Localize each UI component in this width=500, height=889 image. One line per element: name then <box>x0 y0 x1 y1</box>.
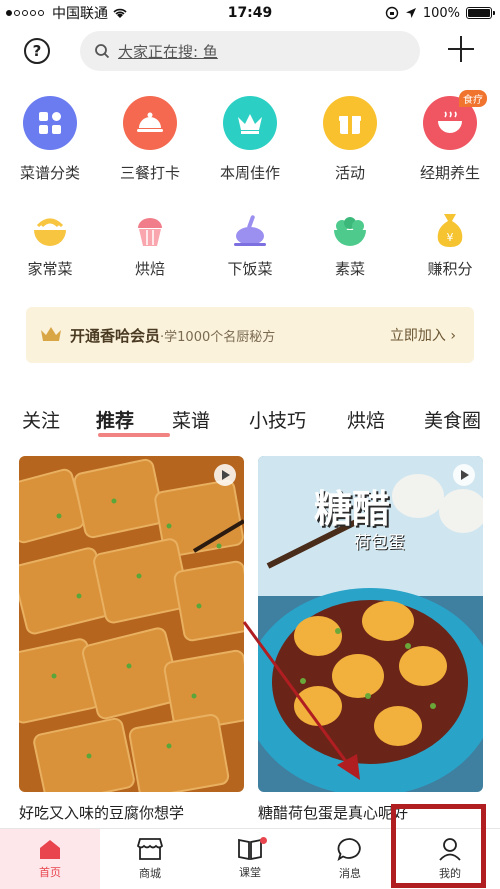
vip-banner-desc: ·学1000个名厨秘方 <box>160 329 276 345</box>
add-icon[interactable] <box>446 34 476 64</box>
category-rice-dishes[interactable]: 下饭菜 <box>200 210 300 279</box>
category-meal-checkin[interactable]: 三餐打卡 <box>100 96 200 183</box>
tab-recipes[interactable]: 菜谱 <box>172 406 249 433</box>
status-bar: 中国联通 17:49 100% <box>0 0 500 26</box>
category-label: 烘焙 <box>134 260 165 278</box>
noodle-bowl-icon <box>32 210 68 248</box>
feed-card-title: 好吃又入味的豆腐你想学 <box>19 804 185 822</box>
category-recipe-types[interactable]: 菜谱分类 <box>0 96 100 183</box>
category-label: 三餐打卡 <box>119 164 180 182</box>
search-icon <box>95 44 110 59</box>
tab-label: 首页 <box>39 866 61 879</box>
dish-cover-icon <box>123 96 177 150</box>
category-home-cooking[interactable]: 家常菜 <box>0 210 100 279</box>
tab-shop[interactable]: 商城 <box>100 829 200 889</box>
tofu-dish-image <box>19 456 244 792</box>
cupcake-icon <box>135 210 165 248</box>
annotation-highlight-box <box>391 804 486 888</box>
category-label: 菜谱分类 <box>19 164 80 182</box>
feed: 好吃又入味的豆腐你想学 糖醋 荷包蛋 糖醋荷包蛋是真心呢好 <box>0 456 500 828</box>
category-label: 本周佳作 <box>219 164 280 182</box>
search-placeholder: 大家正在搜: 鱼 <box>118 42 218 61</box>
tab-class[interactable]: 课堂 <box>200 829 300 889</box>
search-bar[interactable]: 大家正在搜: 鱼 <box>80 31 420 71</box>
category-period-health[interactable]: 食疗 经期养生 <box>400 90 500 183</box>
chat-bubble-icon <box>337 838 361 861</box>
help-icon[interactable]: ? <box>24 38 50 64</box>
tab-label: 课堂 <box>239 866 261 879</box>
tab-baking[interactable]: 烘焙 <box>347 406 424 433</box>
category-baking[interactable]: 烘焙 <box>100 210 200 279</box>
category-label: 下饭菜 <box>227 260 273 278</box>
tab-food-circle[interactable]: 美食圈 <box>424 406 494 433</box>
category-label: 家常菜 <box>27 260 73 278</box>
category-label: 经期养生 <box>419 164 480 182</box>
tab-recommended[interactable]: 推荐 <box>96 406 172 437</box>
home-icon <box>40 840 60 859</box>
category-label: 素菜 <box>334 260 365 278</box>
category-label: 活动 <box>334 164 365 182</box>
svg-text:¥: ¥ <box>447 231 454 244</box>
rotation-lock-icon <box>385 6 399 20</box>
location-icon <box>405 8 416 18</box>
tab-messages[interactable]: 消息 <box>300 829 400 889</box>
category-vegetables[interactable]: 素菜 <box>300 210 400 279</box>
category-weekly-best[interactable]: 本周佳作 <box>200 96 300 183</box>
salad-icon <box>332 210 368 248</box>
grid-icon <box>23 96 77 150</box>
category-events[interactable]: 活动 <box>300 96 400 183</box>
vip-banner[interactable]: 开通香哈会员 ·学1000个名厨秘方 立即加入 › <box>26 307 474 363</box>
tab-follow[interactable]: 关注 <box>22 406 96 433</box>
category-grid-primary: 菜谱分类 三餐打卡 本周佳作 活动 食疗 经期养生 <box>0 90 500 183</box>
crown-icon <box>223 96 277 150</box>
video-play-icon <box>453 464 475 486</box>
crown-icon <box>41 327 61 341</box>
tab-home[interactable]: 首页 <box>0 829 100 889</box>
battery-label: 100% <box>422 5 460 21</box>
tab-tips[interactable]: 小技巧 <box>249 406 347 433</box>
sweet-sour-eggs-image: 糖醋 荷包蛋 <box>258 456 483 792</box>
gift-icon <box>323 96 377 150</box>
category-earn-points[interactable]: ¥ 赚积分 <box>400 210 500 279</box>
tab-label: 消息 <box>339 867 361 880</box>
tab-label: 商城 <box>139 867 161 880</box>
video-overlay-title: 糖醋 <box>314 487 391 531</box>
battery-icon <box>466 7 495 19</box>
category-grid-secondary: 家常菜 烘焙 下饭菜 素菜 ¥ 赚积分 <box>0 210 500 279</box>
video-overlay-subtitle: 荷包蛋 <box>354 533 405 553</box>
coin-bag-icon: ¥ <box>434 210 466 248</box>
bowl-icon: 食疗 <box>423 90 487 150</box>
vip-join-button[interactable]: 立即加入 › <box>390 325 456 345</box>
chicken-leg-icon <box>232 210 268 248</box>
top-bar: ? 大家正在搜: 鱼 <box>0 30 500 74</box>
vip-banner-title: 开通香哈会员 <box>70 326 161 345</box>
category-label: 赚积分 <box>427 260 473 278</box>
notification-dot <box>260 837 267 844</box>
video-play-icon <box>214 464 236 486</box>
feed-card[interactable]: 糖醋 荷包蛋 糖醋荷包蛋是真心呢好 <box>258 456 483 828</box>
feed-tabs: 关注 推荐 菜谱 小技巧 烘焙 美食圈 <box>0 406 500 437</box>
category-badge: 食疗 <box>459 90 487 107</box>
shop-icon <box>137 838 163 860</box>
feed-card[interactable]: 好吃又入味的豆腐你想学 <box>19 456 244 828</box>
